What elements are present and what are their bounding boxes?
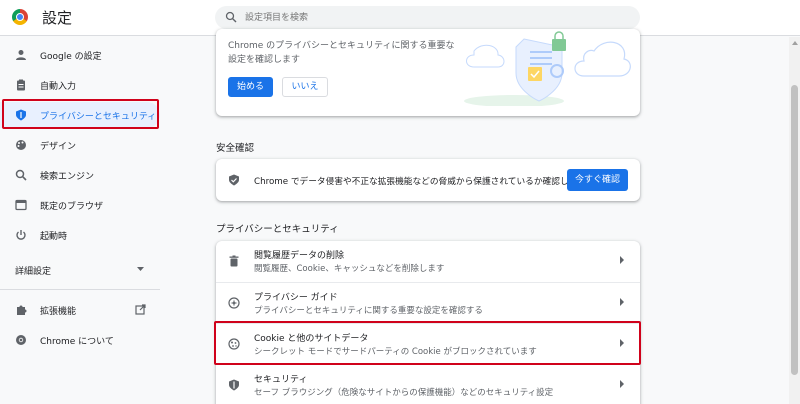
- list-item-privacy-guide[interactable]: プライバシー ガイド プライバシーとセキュリティに関する重要な設定を確認する: [216, 282, 640, 323]
- sidebar-item-label: Chrome について: [40, 337, 114, 347]
- clipboard-icon: [17, 79, 25, 91]
- puzzle-icon: [17, 305, 27, 315]
- row-subtitle: セーフ ブラウジング（危険なサイトからの保護機能）などのセキュリティ設定: [254, 388, 554, 398]
- sidebar-item-advanced[interactable]: 詳細設定: [0, 257, 160, 283]
- chrome-icon: [16, 335, 26, 345]
- palette-icon: [16, 140, 26, 150]
- sidebar-item-on-startup[interactable]: 起動時: [0, 222, 160, 248]
- safety-check-title: 安全確認: [216, 143, 255, 154]
- privacy-highlight-frame: [2, 99, 159, 129]
- trash-icon: [229, 255, 239, 267]
- privacy-guide-promo-card: Chrome のプライバシーとセキュリティに関する重要な設定を確認します 始める…: [216, 29, 640, 116]
- row-subtitle: プライバシーとセキュリティに関する重要な設定を確認する: [254, 306, 483, 316]
- safety-check-text: Chrome でデータ侵害や不正な拡張機能などの脅威から保護されているか確認しま…: [254, 177, 586, 187]
- arrow-right-icon: [620, 298, 624, 306]
- chrome-logo-icon: [12, 9, 28, 25]
- search-icon: [15, 169, 27, 181]
- sidebar-item-label: Google の設定: [40, 52, 102, 62]
- promo-text: Chrome のプライバシーとセキュリティに関する重要な設定を確認します: [228, 41, 455, 65]
- sidebar: Google の設定 自動入力 プライバシーとセキュリティ デザイン 検索エンジ…: [0, 37, 160, 404]
- safety-check-card: Chrome でデータ侵害や不正な拡張機能などの脅威から保護されているか確認しま…: [216, 159, 640, 201]
- browser-icon: [15, 199, 27, 211]
- page-title: 設定: [42, 9, 73, 27]
- row-title: セキュリティ: [254, 375, 308, 385]
- scroll-up-arrow-icon[interactable]: [792, 41, 798, 45]
- sidebar-item-label: 起動時: [40, 232, 68, 242]
- row-title: プライバシー ガイド: [254, 293, 338, 303]
- privacy-section-title: プライバシーとセキュリティ: [216, 224, 339, 235]
- sidebar-item-about-chrome[interactable]: Chrome について: [0, 327, 160, 353]
- shield-icon: [229, 379, 239, 391]
- list-item-security[interactable]: セキュリティ セーフ ブラウジング（危険なサイトからの保護機能）などのセキュリテ…: [216, 364, 640, 404]
- shield-check-icon: [229, 174, 239, 186]
- sidebar-item-appearance[interactable]: デザイン: [0, 132, 160, 158]
- scrollbar[interactable]: [789, 37, 800, 404]
- chevron-down-icon: [137, 267, 144, 271]
- search-input[interactable]: [245, 6, 625, 29]
- arrow-right-icon: [620, 380, 624, 388]
- sidebar-item-extensions[interactable]: 拡張機能: [0, 297, 160, 323]
- list-item-clear-browsing-data[interactable]: 閲覧履歴データの削除 閲覧履歴、Cookie、キャッシュなどを削除します: [216, 241, 640, 282]
- check-now-button[interactable]: 今すぐ確認: [567, 169, 628, 191]
- power-icon: [16, 230, 26, 240]
- sidebar-item-label: デザイン: [40, 142, 77, 152]
- privacy-illustration: [464, 31, 631, 106]
- sidebar-item-label: 自動入力: [40, 82, 77, 92]
- main-content: Chrome のプライバシーとセキュリティに関する重要な設定を確認します 始める…: [200, 29, 650, 404]
- sidebar-item-default-browser[interactable]: 既定のブラウザ: [0, 192, 160, 218]
- sidebar-item-search-engine[interactable]: 検索エンジン: [0, 162, 160, 188]
- sidebar-item-google-settings[interactable]: Google の設定: [0, 42, 160, 68]
- no-thanks-button[interactable]: いいえ: [282, 77, 328, 97]
- sidebar-divider: [0, 289, 160, 290]
- sidebar-item-label: 拡張機能: [40, 307, 77, 317]
- compass-icon: [228, 297, 240, 309]
- sidebar-item-label: 既定のブラウザ: [40, 202, 104, 212]
- open-in-new-icon: [135, 304, 146, 315]
- row-title: 閲覧履歴データの削除: [254, 251, 345, 261]
- sidebar-item-label: 検索エンジン: [40, 172, 95, 182]
- sidebar-item-autofill[interactable]: 自動入力: [0, 72, 160, 98]
- person-icon: [16, 50, 26, 60]
- start-button[interactable]: 始める: [228, 77, 273, 97]
- row-subtitle: 閲覧履歴、Cookie、キャッシュなどを削除します: [254, 264, 445, 274]
- search-icon: [225, 11, 237, 23]
- sidebar-item-label: 詳細設定: [15, 267, 52, 277]
- search-box[interactable]: [215, 6, 640, 29]
- cookies-highlight-frame: [214, 321, 641, 365]
- scroll-thumb[interactable]: [791, 85, 798, 375]
- arrow-right-icon: [620, 256, 624, 264]
